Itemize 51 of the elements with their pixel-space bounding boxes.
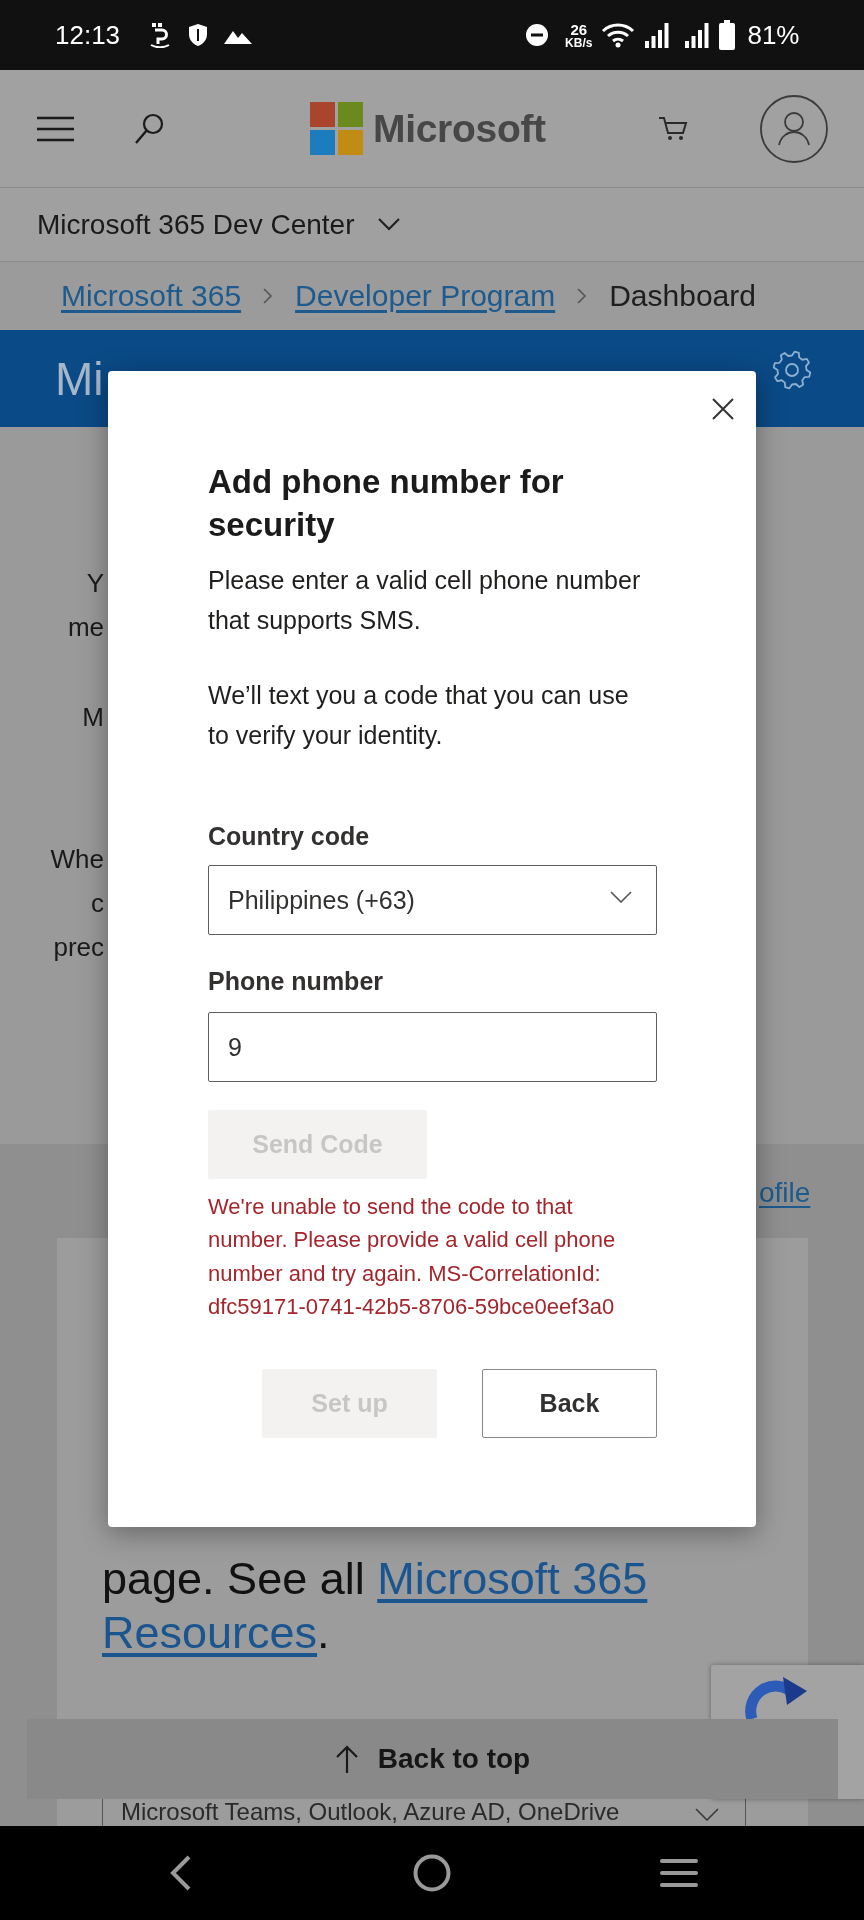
dialog-text: Please enter a valid cell phone number that supports SMS. bbox=[208, 565, 642, 636]
shield-icon bbox=[188, 23, 209, 47]
chevron-right-icon bbox=[577, 288, 588, 304]
error-message: We're unable to send the code to that number. Please provide a valid cell phone number and try again. MS-CorrelationId: dfc59171-0741-42b5-8706-59bce0eef3a0 bbox=[208, 1193, 617, 1321]
chevron-down-icon bbox=[695, 1808, 719, 1821]
chevron-right-icon bbox=[263, 288, 274, 304]
link[interactable]: Resources bbox=[102, 1607, 318, 1658]
account-icon[interactable] bbox=[760, 94, 828, 163]
gear-icon[interactable] bbox=[772, 350, 812, 390]
link[interactable]: Microsoft 365 bbox=[377, 1553, 648, 1604]
paragraph-fragment: M bbox=[81, 701, 104, 734]
battery-icon bbox=[719, 20, 736, 50]
back-to-top-button[interactable]: Back to top bbox=[27, 1719, 838, 1799]
field-label: Phone number bbox=[208, 966, 384, 997]
paragraph-fragment: me bbox=[66, 611, 104, 644]
network-speed-value: 26 bbox=[570, 21, 588, 37]
search-icon[interactable] bbox=[134, 112, 164, 145]
wifi-icon bbox=[601, 22, 636, 48]
arrow-up-icon bbox=[334, 1744, 359, 1774]
paragraph-fragment: Whe bbox=[49, 843, 104, 876]
battery-percent: 81% bbox=[747, 19, 800, 51]
cart-icon[interactable] bbox=[658, 115, 688, 142]
do-not-disturb-icon bbox=[526, 24, 549, 46]
back-button[interactable]: Back bbox=[482, 1369, 657, 1439]
app-icon bbox=[149, 22, 172, 48]
close-icon bbox=[711, 397, 735, 421]
dialog-text: We’ll text you a code that you can use to verify your identity. bbox=[208, 680, 630, 751]
banner-title: Mi bbox=[55, 351, 104, 406]
status-time: 12:13 bbox=[55, 19, 121, 51]
recent-apps-icon[interactable] bbox=[660, 1859, 698, 1887]
menu-icon[interactable] bbox=[37, 115, 74, 142]
link[interactable]: ofile bbox=[759, 1176, 811, 1210]
card-paragraph: page. See all Microsoft 365 Resources. bbox=[102, 1552, 649, 1660]
chevron-down-icon bbox=[610, 891, 632, 903]
signal-icon bbox=[645, 22, 670, 48]
logo-text[interactable]: Microsoft bbox=[373, 106, 546, 151]
signal-icon bbox=[685, 22, 710, 48]
country-select[interactable]: Philippines (+63) bbox=[208, 865, 657, 935]
dialog-title: Add phone number for security bbox=[208, 462, 565, 545]
home-icon[interactable] bbox=[413, 1854, 451, 1892]
breadcrumb-link[interactable]: Microsoft 365 bbox=[61, 279, 242, 313]
network-speed-unit: KB/s bbox=[565, 36, 593, 49]
back-icon[interactable] bbox=[170, 1855, 192, 1891]
site-menu-button[interactable]: Microsoft 365 Dev Center bbox=[37, 208, 401, 241]
paragraph-fragment: Y bbox=[85, 567, 104, 600]
paragraph-fragment: c bbox=[90, 887, 104, 920]
paragraph-fragment: prec bbox=[52, 931, 104, 964]
breadcrumb-link[interactable]: Developer Program bbox=[295, 279, 556, 313]
breadcrumb-current: Dashboard bbox=[609, 279, 756, 313]
phone-number-input[interactable]: 9 bbox=[208, 1012, 657, 1082]
field-label: Country code bbox=[208, 821, 371, 852]
